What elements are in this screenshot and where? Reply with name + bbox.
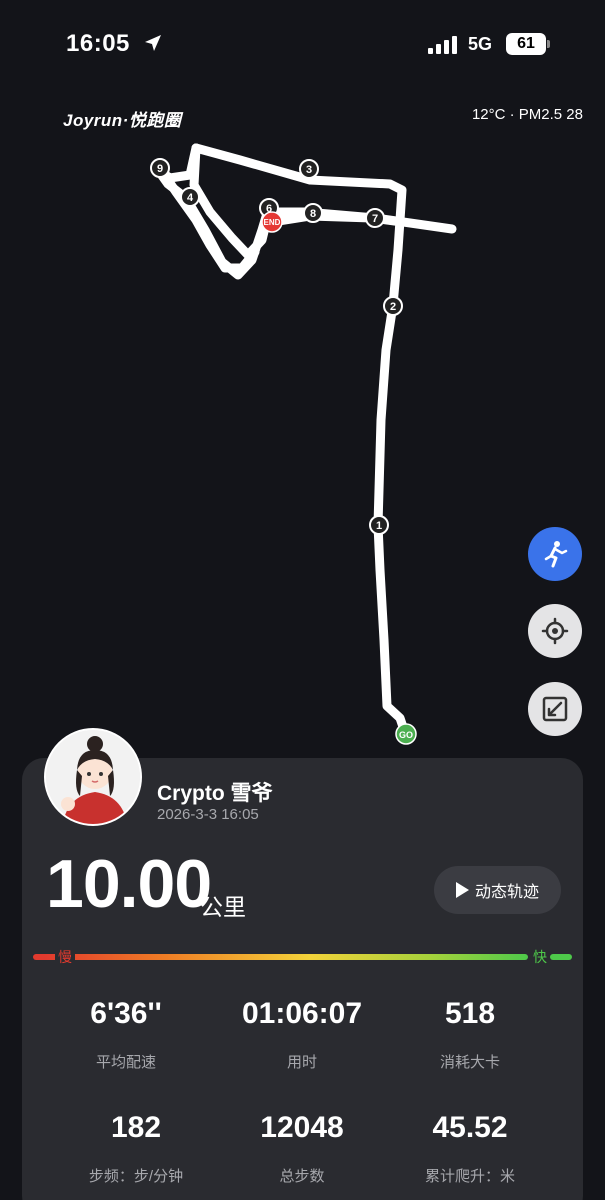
runner-icon bbox=[544, 541, 568, 568]
km-marker-4: 4 bbox=[180, 187, 200, 207]
pace-scale-right-dash bbox=[550, 954, 572, 960]
km-marker-3-label: 3 bbox=[306, 164, 312, 176]
stat-value: 182 bbox=[110, 1111, 162, 1144]
km-marker-1-label: 1 bbox=[376, 520, 382, 532]
km-marker-2-label: 2 bbox=[390, 301, 396, 313]
stat-label: 平均配速 bbox=[95, 1054, 156, 1071]
stat-duration: 01:06:07 用时 bbox=[212, 997, 392, 1072]
status-bar: 16:05 5G 61 bbox=[0, 0, 605, 90]
start-label: GO bbox=[399, 730, 413, 740]
expand-icon bbox=[542, 696, 568, 722]
locate-button[interactable] bbox=[528, 604, 582, 658]
stat-label: 步频：步/分钟 bbox=[88, 1168, 184, 1185]
stat-value: 6'36'' bbox=[90, 997, 162, 1030]
km-marker-8: 8 bbox=[303, 203, 323, 223]
stat-value: 01:06:07 bbox=[241, 997, 363, 1030]
battery-nub bbox=[547, 40, 550, 48]
avatar[interactable] bbox=[44, 728, 142, 826]
end-marker: END bbox=[261, 211, 283, 233]
stat-value: 12048 bbox=[260, 1111, 344, 1144]
route-track bbox=[153, 143, 457, 738]
play-icon bbox=[455, 882, 469, 898]
km-marker-7-label: 7 bbox=[372, 213, 378, 225]
pace-gradient-bar bbox=[44, 954, 528, 960]
brand-logo: Joyrun·悦跑圈 bbox=[63, 111, 182, 130]
stat-label: 总步数 bbox=[279, 1168, 325, 1185]
route-map[interactable]: 1 2 3 4 6 7 8 9 END GO bbox=[0, 130, 605, 750]
crosshair-icon bbox=[541, 617, 569, 645]
battery-icon: 61 bbox=[506, 33, 546, 55]
pace-fast-label: 快 bbox=[530, 947, 550, 967]
stat-value: 518 bbox=[444, 997, 496, 1030]
dynamic-track-button[interactable]: 动态轨迹 bbox=[434, 866, 561, 914]
km-marker-3: 3 bbox=[299, 159, 319, 179]
run-datetime: 2026-3-3 16:05 bbox=[157, 806, 259, 823]
network-type: 5G bbox=[468, 34, 493, 54]
km-marker-9-label: 9 bbox=[157, 163, 163, 175]
km-marker-1: 1 bbox=[369, 515, 389, 535]
km-marker-4-label: 4 bbox=[187, 192, 194, 204]
dynamic-track-label: 动态轨迹 bbox=[474, 884, 539, 901]
km-marker-2: 2 bbox=[383, 296, 403, 316]
status-time: 16:05 bbox=[66, 30, 130, 57]
location-arrow-icon bbox=[145, 35, 161, 51]
stat-label: 用时 bbox=[286, 1054, 317, 1071]
start-marker: GO bbox=[395, 723, 417, 745]
pace-slow-label: 慢 bbox=[55, 947, 75, 967]
stat-value: 45.52 bbox=[432, 1111, 508, 1144]
avatar-illustration bbox=[46, 730, 140, 824]
stat-cadence: 182 步频：步/分钟 bbox=[46, 1111, 226, 1186]
end-label: END bbox=[264, 218, 281, 227]
stat-avg-pace: 6'36'' 平均配速 bbox=[36, 997, 216, 1072]
user-name[interactable]: Crypto 雪爷 bbox=[157, 777, 273, 807]
km-marker-9: 9 bbox=[150, 158, 170, 178]
runner-view-button[interactable] bbox=[528, 527, 582, 581]
stat-label: 累计爬升：米 bbox=[424, 1168, 515, 1185]
stat-calories: 518 消耗大卡 bbox=[380, 997, 560, 1072]
signal-icon bbox=[428, 36, 457, 54]
stat-total-steps: 12048 总步数 bbox=[212, 1111, 392, 1186]
distance-unit: 公里 bbox=[200, 894, 246, 920]
distance-value: 10.00 bbox=[46, 846, 212, 922]
stat-elevation-gain: 45.52 累计爬升：米 bbox=[380, 1111, 560, 1186]
stat-label: 消耗大卡 bbox=[439, 1054, 500, 1071]
weather-info: 12°C · PM2.5 28 bbox=[471, 106, 583, 123]
km-marker-8-label: 8 bbox=[310, 208, 316, 220]
expand-map-button[interactable] bbox=[528, 682, 582, 736]
km-marker-7: 7 bbox=[365, 208, 385, 228]
